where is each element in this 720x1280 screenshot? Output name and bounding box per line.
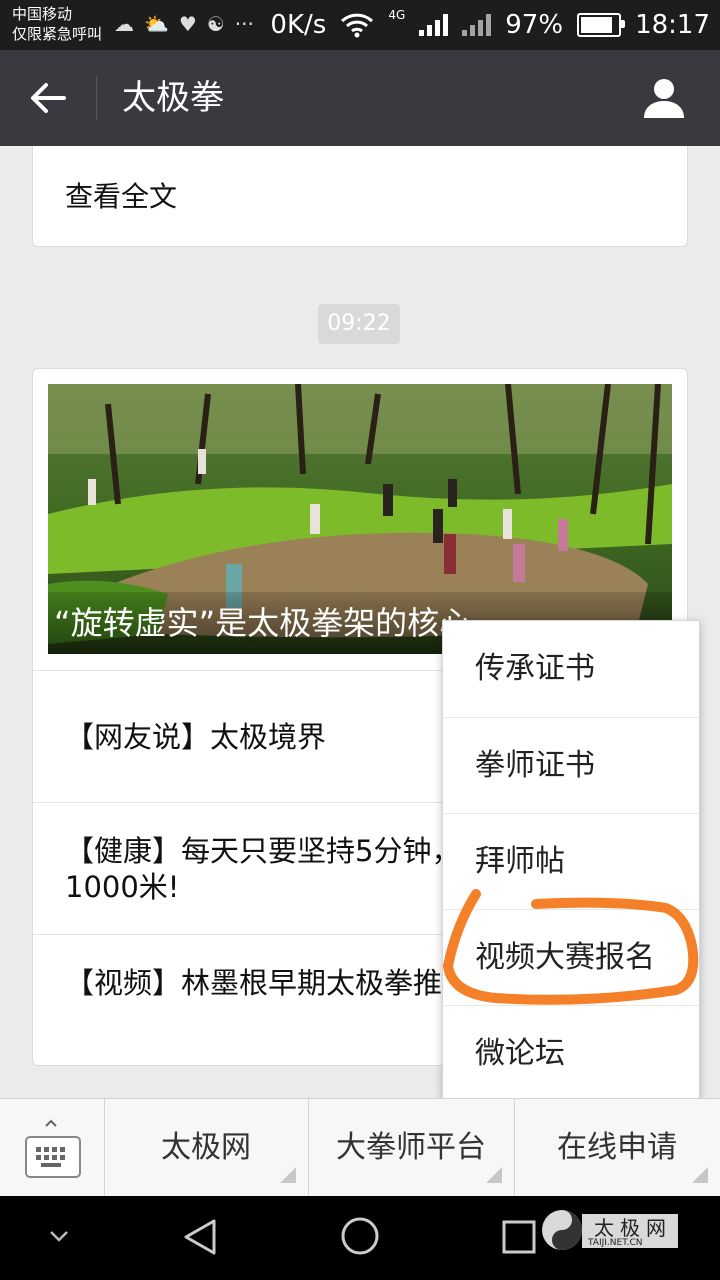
submenu-indicator-icon: [486, 1167, 502, 1183]
bottom-menu-bar: 太极网 大拳师平台 在线申请: [0, 1098, 720, 1197]
keyboard-icon: [25, 1136, 81, 1178]
uc-browser-icon: ☯: [206, 12, 225, 36]
menu-item-label: 微论坛: [475, 1036, 565, 1071]
battery-fill: [581, 17, 613, 33]
submenu-indicator-icon: [692, 1167, 708, 1183]
bottom-menu-master-platform[interactable]: 大拳师平台: [308, 1099, 515, 1197]
menu-item-label: 传承证书: [475, 651, 595, 686]
watermark-url: TAIJI.NET.CN: [588, 1238, 643, 1248]
nav-recents-icon[interactable]: [502, 1220, 536, 1254]
page-title: 太极拳: [122, 78, 224, 118]
bottom-menu-taiji-net[interactable]: 太极网: [104, 1099, 309, 1197]
battery-icon: [577, 13, 626, 37]
watermark-logo: 太极网 TAIJI.NET.CN: [540, 1208, 680, 1254]
notification-icons: ☁ ⛅ ♥ ☯ ···: [114, 12, 254, 36]
clock: 18:17: [635, 10, 710, 40]
submenu-indicator-icon: [280, 1167, 296, 1183]
system-status: 0K/s 4G 97% 18:17: [270, 0, 710, 50]
battery-percent: 97%: [505, 10, 564, 40]
title-divider: [96, 76, 97, 120]
bottom-menu-online-apply[interactable]: 在线申请: [514, 1099, 720, 1197]
cover-article[interactable]: “旋转虚实”是太极拳架的核心: [48, 384, 672, 654]
menu-item-label: 拳师证书: [475, 748, 595, 783]
bottom-menu-label: 大拳师平台: [336, 1130, 486, 1165]
cloud-icon: ☁: [114, 12, 134, 36]
message-timestamp: 09:22: [318, 304, 400, 344]
network-speed: 0K/s: [270, 10, 327, 40]
read-full-text-link[interactable]: 查看全文: [65, 146, 177, 248]
bottom-menu-label: 太极网: [161, 1130, 251, 1165]
app-icon: ♥: [178, 12, 197, 36]
back-arrow-icon[interactable]: [28, 76, 68, 120]
submenu-popup: 传承证书 拳师证书 拜师帖 视频大赛报名 微论坛: [442, 620, 700, 1100]
carrier-name: 中国移动: [12, 5, 73, 23]
hide-keyboard-icon[interactable]: [48, 1228, 70, 1244]
highlight-circle-annotation: [442, 889, 699, 1005]
emergency-only: 仅限紧急呼叫: [12, 25, 103, 43]
signal-icon: [419, 14, 449, 36]
network-type: 4G: [388, 8, 406, 22]
cover-title: “旋转虚实”是太极拳架的核心: [54, 604, 472, 642]
nav-back-icon[interactable]: [182, 1218, 218, 1256]
menu-item-micro-forum[interactable]: 微论坛: [443, 1005, 699, 1100]
keyboard-toggle-button[interactable]: [0, 1099, 105, 1197]
bottom-menu-label: 在线申请: [557, 1130, 677, 1165]
wifi-icon: [341, 13, 374, 38]
title-bar: 太极拳: [0, 50, 720, 146]
caret-up-icon: [45, 1119, 57, 1127]
profile-icon[interactable]: [642, 76, 686, 120]
menu-item-master-certificate[interactable]: 拳师证书: [443, 717, 699, 814]
watermark-text: 太极网: [594, 1216, 672, 1240]
menu-item-inheritance-certificate[interactable]: 传承证书: [443, 621, 699, 717]
more-icon: ···: [234, 12, 254, 36]
status-bar: 中国移动 仅限紧急呼叫 ☁ ⛅ ♥ ☯ ··· 0K/s 4G 97% 18:1…: [0, 0, 720, 50]
signal-no-sim-icon: [462, 14, 492, 36]
nav-home-icon[interactable]: [340, 1216, 380, 1256]
previous-message-card[interactable]: 查看全文: [32, 146, 688, 247]
carrier-info: 中国移动 仅限紧急呼叫: [12, 4, 102, 44]
weather-icon: ⛅: [144, 12, 169, 36]
